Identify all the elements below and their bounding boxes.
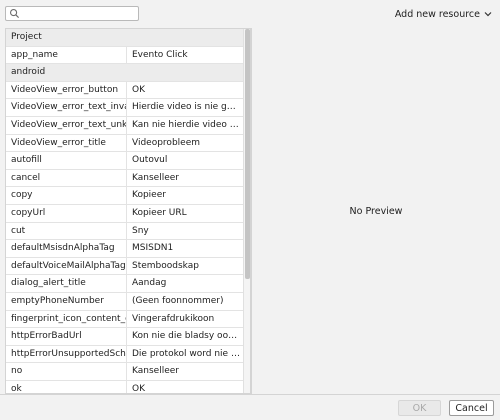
chevron-down-icon <box>484 12 492 17</box>
add-new-resource-dropdown[interactable]: Add new resource <box>395 7 492 21</box>
resource-key-cell: autofill <box>6 152 127 169</box>
resource-value-cell[interactable]: Kon nie die bladsy oop ma... <box>127 328 243 345</box>
preview-text: No Preview <box>349 205 403 217</box>
table-row[interactable]: httpErrorBadUrlKon nie die bladsy oop ma… <box>6 328 250 346</box>
table-row[interactable]: VideoView_error_button OK <box>6 81 250 100</box>
table-row[interactable]: httpErrorUnsupportedSchemeDie protokol w… <box>6 345 250 364</box>
resource-key-cell: ok <box>6 380 127 393</box>
resource-value-cell[interactable]: Die protokol word nie ond... <box>127 346 243 363</box>
table-row[interactable]: copyUrl Kopieer URL <box>6 204 250 223</box>
search-input[interactable] <box>5 6 139 21</box>
table-row[interactable]: cut Sny <box>6 222 250 241</box>
resource-key-cell: copyUrl <box>6 204 127 222</box>
resource-key-cell: copy <box>6 187 127 204</box>
resource-key-cell: cancel <box>6 169 127 187</box>
table-row[interactable]: emptyPhoneNumber (Geen foonnommer) <box>6 292 250 311</box>
resource-value-cell[interactable]: Stemboodskap <box>127 258 243 275</box>
resource-value-cell[interactable]: Kanselleer <box>127 363 243 380</box>
resource-value-cell[interactable]: Outovul <box>127 152 243 169</box>
resource-key-cell: app_name <box>6 46 127 64</box>
resource-value-cell[interactable]: Evento Click <box>127 47 243 64</box>
resource-key-cell: defaultMsisdnAlphaTag <box>6 240 127 257</box>
table-row[interactable]: defaultVoiceMailAlphaTag Stemboodskap <box>6 257 250 276</box>
table-row[interactable]: cancel Kanselleer <box>6 169 250 188</box>
add-new-resource-label: Add new resource <box>394 8 480 20</box>
resource-value-cell[interactable]: Vingerafdrukikoon <box>127 311 243 328</box>
resource-value-cell[interactable]: OK <box>127 82 243 99</box>
table-group-row[interactable]: android <box>6 64 250 82</box>
table-row[interactable]: VideoView_error_text_unknownKan nie hier… <box>6 116 250 135</box>
table-row[interactable]: autofill Outovul <box>6 152 250 170</box>
table-row[interactable]: defaultMsisdnAlphaTag MSISDN1 <box>6 240 250 258</box>
resource-key-cell: no <box>6 363 127 380</box>
resource-key-cell: VideoView_error_text_invalid <box>6 99 127 116</box>
search-icon <box>10 9 20 19</box>
resource-key-cell: VideoView_error_title <box>6 134 127 152</box>
resource-value-cell[interactable]: Videoprobleem <box>127 135 243 152</box>
resource-value-cell[interactable]: Kopieer <box>127 187 243 204</box>
table-row[interactable]: VideoView_error_text_invalidHierdie vide… <box>6 99 250 117</box>
resource-key-cell: VideoView_error_text_unknown <box>6 116 127 134</box>
ok-button[interactable]: OK <box>398 400 441 416</box>
resource-key-cell: defaultVoiceMailAlphaTag <box>6 257 127 275</box>
preview-panel: No Preview <box>251 28 500 394</box>
table-row[interactable]: dialog_alert_title Aandag <box>6 275 250 293</box>
table-row[interactable]: copy Kopieer <box>6 187 250 205</box>
resource-value-cell[interactable]: Sny <box>127 223 243 240</box>
table-row[interactable]: no Kanselleer <box>6 363 250 381</box>
resource-key-cell: httpErrorBadUrl <box>6 328 127 345</box>
table-row[interactable]: app_name Evento Click <box>6 46 250 65</box>
group-label: android <box>11 67 46 78</box>
resource-key-cell: VideoView_error_button <box>6 81 127 99</box>
resource-key-cell: dialog_alert_title <box>6 275 127 292</box>
table-row[interactable]: fingerprint_icon_content_descriptionVing… <box>6 310 250 329</box>
table-row[interactable]: VideoView_error_title Videoprobleem <box>6 134 250 153</box>
resource-value-cell[interactable]: OK <box>127 381 243 393</box>
toolbar: Add new resource <box>0 0 500 28</box>
resource-value-cell[interactable]: Kan nie hierdie video speel ... <box>127 117 243 134</box>
resource-table[interactable]: Project app_name Evento Click android VideoV… <box>5 28 251 394</box>
table-group-row[interactable]: Project <box>6 29 250 47</box>
resource-key-cell: fingerprint_icon_content_description <box>6 310 127 328</box>
scrollbar-thumb[interactable] <box>245 29 250 279</box>
resource-value-cell[interactable]: Kanselleer <box>127 170 243 187</box>
resource-value-cell[interactable]: Kopieer URL <box>127 205 243 222</box>
resource-value-cell[interactable]: MSISDN1 <box>127 240 243 257</box>
resource-value-cell[interactable]: (Geen foonnommer) <box>127 293 243 310</box>
resource-value-cell[interactable]: Hierdie video is nie geldig ... <box>127 99 243 116</box>
table-row[interactable]: ok OK <box>6 380 250 393</box>
resource-key-cell: cut <box>6 222 127 240</box>
resource-key-cell: httpErrorUnsupportedScheme <box>6 345 127 363</box>
resource-table-body: Project app_name Evento Click android VideoV… <box>6 29 250 393</box>
group-label: Project <box>11 32 42 42</box>
dialog-footer: OK Cancel <box>0 394 500 420</box>
cancel-button[interactable]: Cancel <box>449 400 494 416</box>
vertical-scrollbar[interactable] <box>243 29 250 393</box>
resource-key-cell: emptyPhoneNumber <box>6 292 127 310</box>
resource-value-cell[interactable]: Aandag <box>127 275 243 292</box>
